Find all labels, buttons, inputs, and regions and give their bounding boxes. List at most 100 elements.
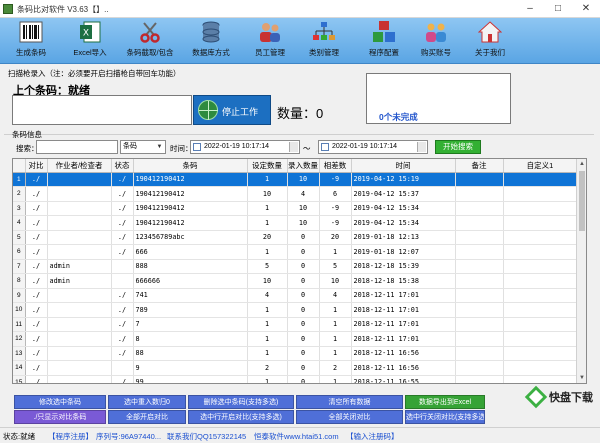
table-row[interactable]: 2 ././190412190412 10 4 6 2019-04-12 15:37 — [13, 186, 578, 202]
cell-custom1 — [503, 259, 578, 274]
table-row[interactable]: 9 ././741 4 0 4 2018-12-11 17:01 — [13, 288, 578, 303]
column-header[interactable]: 录入数量 — [287, 159, 320, 173]
search-field-select[interactable]: 条码 ▼ — [120, 140, 166, 154]
table-row[interactable]: 1 ././190412190412 1 10 -9 2019-04-12 15:19 — [13, 172, 578, 187]
action-button-row2-3[interactable]: 全部关闭对比 — [296, 410, 403, 424]
table-row[interactable]: 14 ./9 2 0 2 2018-12-11 16:56 — [13, 360, 578, 376]
cell-status: ./ — [111, 186, 134, 202]
row-index[interactable]: 10 — [13, 302, 26, 318]
column-header[interactable]: 条码 — [133, 159, 248, 173]
search-input[interactable] — [36, 140, 118, 154]
row-index[interactable]: 7 — [13, 259, 26, 274]
calendar-icon[interactable] — [417, 142, 426, 152]
table-row[interactable]: 7 ./admin 888 5 0 5 2018-12-18 15:39 — [13, 259, 578, 274]
toolbar-label: Excel导入 — [73, 48, 107, 57]
action-button-row1-1[interactable]: 选中重入数归0 — [108, 395, 186, 409]
row-index[interactable]: 8 — [13, 273, 26, 289]
row-index[interactable]: 9 — [13, 288, 26, 303]
row-index[interactable]: 4 — [13, 215, 26, 231]
row-index[interactable]: 5 — [13, 230, 26, 245]
toolbar-database-button[interactable]: 数据库方式 — [186, 20, 236, 62]
cell-custom1 — [503, 346, 578, 361]
scroll-down-icon[interactable]: ▼ — [577, 373, 586, 383]
table-row[interactable]: 12 ././8 1 0 1 2018-12-11 17:01 — [13, 331, 578, 347]
stop-work-button[interactable]: 停止工作 — [193, 95, 271, 125]
calendar-icon[interactable] — [289, 142, 298, 152]
action-button-row2-0[interactable]: ./只显示对比条码 — [14, 410, 106, 424]
table-row[interactable]: 13 ././88 1 0 1 2018-12-11 16:56 — [13, 346, 578, 361]
toolbar-excel-import-button[interactable]: X Excel导入 — [68, 20, 112, 62]
cell-set: 1 — [247, 201, 288, 216]
row-index[interactable]: 15 — [13, 375, 26, 383]
table-row[interactable]: 10 ././789 1 0 1 2018-12-11 17:01 — [13, 302, 578, 318]
table-row[interactable]: 5 ././123456789abc 20 0 20 2019-01-18 12:13 — [13, 230, 578, 245]
toolbar-about-button[interactable]: 关于我们 — [468, 20, 512, 62]
scan-input[interactable] — [12, 95, 192, 125]
cell-status: ./ — [111, 331, 134, 347]
column-header[interactable]: 设定数量 — [247, 159, 288, 173]
row-index[interactable]: 13 — [13, 346, 26, 361]
scrollbar-thumb[interactable] — [579, 171, 585, 231]
toolbar-category-button[interactable]: 类别管理 — [302, 20, 346, 62]
column-header[interactable]: 对比 — [25, 159, 48, 173]
cell-time: 2019-04-12 15:34 — [351, 215, 456, 231]
cell-operator — [47, 375, 112, 383]
toolbar-config-button[interactable]: 程序配置 — [362, 20, 406, 62]
company-link[interactable]: 恒泰软件www.htai51.com — [254, 431, 339, 442]
table-row[interactable]: 8 ./admin 666666 10 0 10 2018-12-18 15:38 — [13, 273, 578, 289]
table-row[interactable]: 15 ././99 1 0 1 2018-12-11 16:55 — [13, 375, 578, 383]
vertical-scrollbar[interactable]: ▲ ▼ — [576, 159, 586, 383]
toolbar-employee-button[interactable]: 员工管理 — [248, 20, 292, 62]
column-header[interactable]: 自定义1 — [503, 159, 578, 173]
toolbar-buy-account-button[interactable]: 购买账号 — [414, 20, 458, 62]
column-header[interactable]: 备注 — [455, 159, 504, 173]
close-button[interactable]: ✕ — [572, 0, 600, 18]
row-index[interactable]: 2 — [13, 186, 26, 202]
row-index[interactable]: 14 — [13, 360, 26, 376]
cell-entered: 0 — [287, 331, 320, 347]
incomplete-count: 0个未完成 — [379, 112, 418, 122]
toolbar-generate-barcode-button[interactable]: 生成条码 — [6, 20, 56, 62]
scroll-up-icon[interactable]: ▲ — [577, 159, 586, 169]
cell-diff: 1 — [319, 331, 352, 347]
register-link[interactable]: 【程序注册】 — [48, 431, 93, 442]
table-row[interactable]: 11 ././7 1 0 1 2018-12-11 17:01 — [13, 317, 578, 332]
toolbar-barcode-cut-button[interactable]: 条码截取/包含 — [120, 20, 180, 62]
contact-link[interactable]: 联系我们QQ157322145 — [167, 431, 246, 442]
table-row[interactable]: 4 ././190412190412 1 10 -9 2019-04-12 15:34 — [13, 215, 578, 231]
home-icon — [478, 21, 502, 43]
column-header[interactable]: 作业者/检查者 — [47, 159, 112, 173]
minimize-button[interactable]: – — [516, 0, 544, 18]
start-time-picker[interactable]: 2022-01-19 10:17:14 — [190, 140, 300, 154]
action-button-row1-2[interactable]: 删除选中条码(支持多选) — [188, 395, 294, 409]
cell-custom1 — [503, 331, 578, 347]
cell-status: ./ — [111, 230, 134, 245]
action-button-row2-1[interactable]: 全部开启对比 — [108, 410, 186, 424]
action-button-row1-4[interactable]: 数据导出到Excel — [405, 395, 485, 409]
action-button-row2-2[interactable]: 选中行开启对比(支持多选) — [188, 410, 294, 424]
end-time-picker[interactable]: 2022-01-19 10:17:14 — [318, 140, 428, 154]
row-index[interactable]: 6 — [13, 244, 26, 260]
cell-operator — [47, 317, 112, 332]
column-header[interactable]: 状态 — [111, 159, 134, 173]
maximize-button[interactable]: □ — [544, 0, 572, 18]
cell-remark — [455, 244, 504, 260]
table-row[interactable]: 3 ././190412190412 1 10 -9 2019-04-12 15:34 — [13, 201, 578, 216]
action-button-row2-4[interactable]: 选中行关闭对比(支持多选) — [405, 410, 485, 424]
column-header[interactable]: 相差数 — [319, 159, 352, 173]
cell-time: 2018-12-11 16:56 — [351, 360, 456, 376]
row-index[interactable]: 11 — [13, 317, 26, 332]
enter-code-link[interactable]: 【输入注册码】 — [346, 431, 399, 442]
column-header[interactable]: 时间 — [351, 159, 456, 173]
action-button-row1-0[interactable]: 修改选中条码 — [14, 395, 106, 409]
table-row[interactable]: 6 ././666 1 0 1 2019-01-18 12:07 — [13, 244, 578, 260]
start-search-button[interactable]: 开始搜索 — [435, 140, 481, 154]
cell-operator — [47, 360, 112, 376]
cell-time: 2018-12-18 15:39 — [351, 259, 456, 274]
row-index[interactable]: 12 — [13, 331, 26, 347]
action-button-row1-3[interactable]: 清空所有数据 — [296, 395, 403, 409]
cell-compare: ./ — [25, 230, 48, 245]
row-index[interactable]: 3 — [13, 201, 26, 216]
cell-status: ./ — [111, 172, 134, 187]
row-index[interactable]: 1 — [13, 172, 26, 187]
